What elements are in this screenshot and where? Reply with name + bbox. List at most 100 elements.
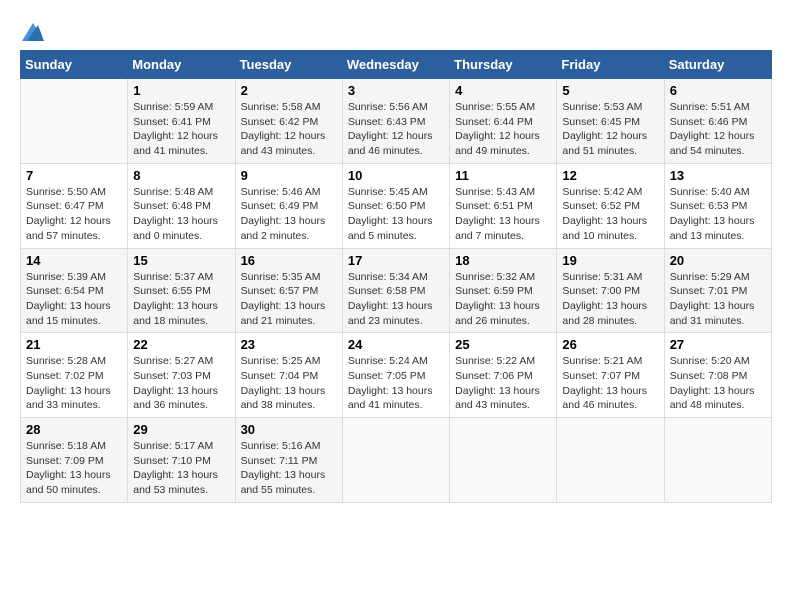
calendar-week-3: 14 Sunrise: 5:39 AMSunset: 6:54 PMDayligh… [21, 248, 772, 333]
day-info: Sunrise: 5:34 AMSunset: 6:58 PMDaylight:… [348, 270, 444, 329]
calendar-cell: 3 Sunrise: 5:56 AMSunset: 6:43 PMDaylight… [342, 79, 449, 164]
day-info: Sunrise: 5:55 AMSunset: 6:44 PMDaylight:… [455, 100, 551, 159]
day-info: Sunrise: 5:28 AMSunset: 7:02 PMDaylight:… [26, 354, 122, 413]
day-number: 27 [670, 337, 766, 352]
day-number: 3 [348, 83, 444, 98]
day-info: Sunrise: 5:22 AMSunset: 7:06 PMDaylight:… [455, 354, 551, 413]
day-number: 15 [133, 253, 229, 268]
day-info: Sunrise: 5:46 AMSunset: 6:49 PMDaylight:… [241, 185, 337, 244]
day-info: Sunrise: 5:24 AMSunset: 7:05 PMDaylight:… [348, 354, 444, 413]
header-day-saturday: Saturday [664, 51, 771, 79]
calendar-table: SundayMondayTuesdayWednesdayThursdayFrid… [20, 50, 772, 503]
calendar-cell [664, 418, 771, 503]
header-day-monday: Monday [128, 51, 235, 79]
day-info: Sunrise: 5:29 AMSunset: 7:01 PMDaylight:… [670, 270, 766, 329]
header-day-wednesday: Wednesday [342, 51, 449, 79]
calendar-cell: 18 Sunrise: 5:32 AMSunset: 6:59 PMDayligh… [450, 248, 557, 333]
page-header [20, 20, 772, 40]
header-day-sunday: Sunday [21, 51, 128, 79]
calendar-cell: 30 Sunrise: 5:16 AMSunset: 7:11 PMDayligh… [235, 418, 342, 503]
calendar-cell: 17 Sunrise: 5:34 AMSunset: 6:58 PMDayligh… [342, 248, 449, 333]
day-info: Sunrise: 5:16 AMSunset: 7:11 PMDaylight:… [241, 439, 337, 498]
day-info: Sunrise: 5:51 AMSunset: 6:46 PMDaylight:… [670, 100, 766, 159]
calendar-cell: 7 Sunrise: 5:50 AMSunset: 6:47 PMDaylight… [21, 163, 128, 248]
calendar-cell: 14 Sunrise: 5:39 AMSunset: 6:54 PMDayligh… [21, 248, 128, 333]
calendar-cell [450, 418, 557, 503]
day-number: 26 [562, 337, 658, 352]
day-info: Sunrise: 5:56 AMSunset: 6:43 PMDaylight:… [348, 100, 444, 159]
day-number: 22 [133, 337, 229, 352]
day-info: Sunrise: 5:27 AMSunset: 7:03 PMDaylight:… [133, 354, 229, 413]
calendar-cell: 21 Sunrise: 5:28 AMSunset: 7:02 PMDayligh… [21, 333, 128, 418]
day-info: Sunrise: 5:39 AMSunset: 6:54 PMDaylight:… [26, 270, 122, 329]
day-number: 12 [562, 168, 658, 183]
day-number: 2 [241, 83, 337, 98]
day-number: 23 [241, 337, 337, 352]
header-day-friday: Friday [557, 51, 664, 79]
calendar-cell: 15 Sunrise: 5:37 AMSunset: 6:55 PMDayligh… [128, 248, 235, 333]
calendar-cell: 5Sunrise: 5:53 AMSunset: 6:45 PMDaylight… [557, 79, 664, 164]
calendar-cell: 11 Sunrise: 5:43 AMSunset: 6:51 PMDayligh… [450, 163, 557, 248]
calendar-cell: 29 Sunrise: 5:17 AMSunset: 7:10 PMDayligh… [128, 418, 235, 503]
day-number: 16 [241, 253, 337, 268]
day-number: 18 [455, 253, 551, 268]
calendar-cell: 27Sunrise: 5:20 AMSunset: 7:08 PMDayligh… [664, 333, 771, 418]
day-number: 11 [455, 168, 551, 183]
day-number: 4 [455, 83, 551, 98]
calendar-cell: 13 Sunrise: 5:40 AMSunset: 6:53 PMDayligh… [664, 163, 771, 248]
calendar-cell: 23 Sunrise: 5:25 AMSunset: 7:04 PMDayligh… [235, 333, 342, 418]
day-info: Sunrise: 5:35 AMSunset: 6:57 PMDaylight:… [241, 270, 337, 329]
day-info: Sunrise: 5:42 AMSunset: 6:52 PMDaylight:… [562, 185, 658, 244]
calendar-cell: 20 Sunrise: 5:29 AMSunset: 7:01 PMDayligh… [664, 248, 771, 333]
calendar-cell: 6Sunrise: 5:51 AMSunset: 6:46 PMDaylight… [664, 79, 771, 164]
logo [20, 20, 44, 40]
logo-icon [22, 23, 44, 41]
day-number: 5 [562, 83, 658, 98]
day-info: Sunrise: 5:37 AMSunset: 6:55 PMDaylight:… [133, 270, 229, 329]
day-number: 7 [26, 168, 122, 183]
day-info: Sunrise: 5:18 AMSunset: 7:09 PMDaylight:… [26, 439, 122, 498]
calendar-cell: 4 Sunrise: 5:55 AMSunset: 6:44 PMDaylight… [450, 79, 557, 164]
calendar-cell: 9 Sunrise: 5:46 AMSunset: 6:49 PMDaylight… [235, 163, 342, 248]
day-number: 30 [241, 422, 337, 437]
calendar-week-1: 1Sunrise: 5:59 AMSunset: 6:41 PMDaylight… [21, 79, 772, 164]
day-number: 9 [241, 168, 337, 183]
calendar-week-5: 28 Sunrise: 5:18 AMSunset: 7:09 PMDayligh… [21, 418, 772, 503]
calendar-cell: 19Sunrise: 5:31 AMSunset: 7:00 PMDayligh… [557, 248, 664, 333]
calendar-cell: 1Sunrise: 5:59 AMSunset: 6:41 PMDaylight… [128, 79, 235, 164]
day-number: 21 [26, 337, 122, 352]
day-info: Sunrise: 5:25 AMSunset: 7:04 PMDaylight:… [241, 354, 337, 413]
day-number: 17 [348, 253, 444, 268]
day-info: Sunrise: 5:59 AMSunset: 6:41 PMDaylight:… [133, 100, 229, 159]
calendar-cell: 8 Sunrise: 5:48 AMSunset: 6:48 PMDaylight… [128, 163, 235, 248]
day-number: 14 [26, 253, 122, 268]
logo-text [20, 20, 44, 42]
day-number: 28 [26, 422, 122, 437]
day-info: Sunrise: 5:40 AMSunset: 6:53 PMDaylight:… [670, 185, 766, 244]
calendar-cell: 28 Sunrise: 5:18 AMSunset: 7:09 PMDayligh… [21, 418, 128, 503]
calendar-cell [557, 418, 664, 503]
day-info: Sunrise: 5:43 AMSunset: 6:51 PMDaylight:… [455, 185, 551, 244]
calendar-week-4: 21 Sunrise: 5:28 AMSunset: 7:02 PMDayligh… [21, 333, 772, 418]
day-number: 13 [670, 168, 766, 183]
calendar-cell: 10Sunrise: 5:45 AMSunset: 6:50 PMDayligh… [342, 163, 449, 248]
calendar-cell: 22 Sunrise: 5:27 AMSunset: 7:03 PMDayligh… [128, 333, 235, 418]
calendar-cell: 25Sunrise: 5:22 AMSunset: 7:06 PMDayligh… [450, 333, 557, 418]
day-number: 29 [133, 422, 229, 437]
calendar-cell: 24 Sunrise: 5:24 AMSunset: 7:05 PMDayligh… [342, 333, 449, 418]
day-number: 8 [133, 168, 229, 183]
day-number: 24 [348, 337, 444, 352]
day-info: Sunrise: 5:58 AMSunset: 6:42 PMDaylight:… [241, 100, 337, 159]
day-info: Sunrise: 5:17 AMSunset: 7:10 PMDaylight:… [133, 439, 229, 498]
calendar-header-row: SundayMondayTuesdayWednesdayThursdayFrid… [21, 51, 772, 79]
calendar-cell: 16 Sunrise: 5:35 AMSunset: 6:57 PMDayligh… [235, 248, 342, 333]
day-info: Sunrise: 5:32 AMSunset: 6:59 PMDaylight:… [455, 270, 551, 329]
day-info: Sunrise: 5:50 AMSunset: 6:47 PMDaylight:… [26, 185, 122, 244]
header-day-thursday: Thursday [450, 51, 557, 79]
day-info: Sunrise: 5:48 AMSunset: 6:48 PMDaylight:… [133, 185, 229, 244]
calendar-cell: 2 Sunrise: 5:58 AMSunset: 6:42 PMDaylight… [235, 79, 342, 164]
day-number: 20 [670, 253, 766, 268]
calendar-week-2: 7 Sunrise: 5:50 AMSunset: 6:47 PMDaylight… [21, 163, 772, 248]
calendar-cell: 26Sunrise: 5:21 AMSunset: 7:07 PMDayligh… [557, 333, 664, 418]
day-info: Sunrise: 5:31 AMSunset: 7:00 PMDaylight:… [562, 270, 658, 329]
